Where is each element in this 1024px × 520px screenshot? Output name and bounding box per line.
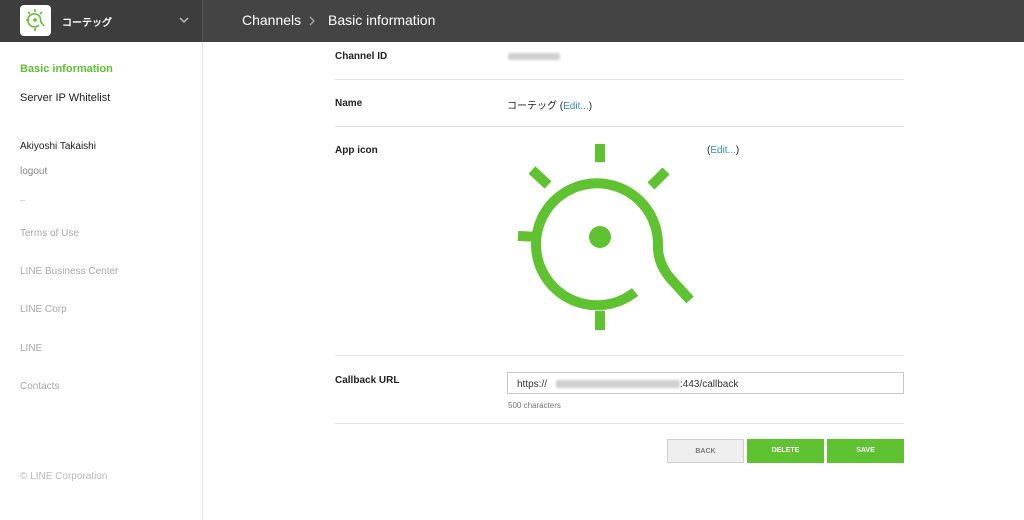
breadcrumb-channels[interactable]: Channels <box>242 12 301 28</box>
top-bar: コーテッグ Channels Basic information <box>0 0 1024 42</box>
save-button[interactable]: SAVE <box>827 439 904 463</box>
chevron-down-icon[interactable] <box>178 13 190 31</box>
name-edit-link[interactable]: Edit... <box>563 101 589 112</box>
callback-url-host-redacted <box>556 380 680 388</box>
divider <box>335 355 904 356</box>
sidebar-item-basic-information[interactable]: Basic information <box>20 63 113 75</box>
divider <box>335 79 904 80</box>
logout-link[interactable]: logout <box>20 166 47 177</box>
chevron-right-icon <box>307 14 317 32</box>
breadcrumb-current: Basic information <box>328 12 436 28</box>
line-corp-link[interactable]: LINE Corp <box>20 304 67 315</box>
app-icon-edit-close: ) <box>735 145 740 156</box>
app-icon-edit: (Edit...) <box>707 145 739 156</box>
bulb-app-icon <box>512 140 702 335</box>
callback-url-prefix: https:// <box>517 379 548 390</box>
name-value: コーテッグ <box>507 101 557 112</box>
user-name: Akiyoshi Takaishi <box>20 141 96 152</box>
divider <box>335 126 904 127</box>
divider <box>335 423 904 424</box>
bulb-logo-icon <box>20 5 51 36</box>
callback-url-hint: 500 characters <box>508 401 561 410</box>
callback-url-input[interactable]: https:// :443/callback <box>507 372 904 394</box>
delete-button[interactable]: DELETE <box>747 439 824 463</box>
sidebar-separator: – <box>20 195 26 205</box>
contacts-link[interactable]: Contacts <box>20 381 59 392</box>
channel-id-label: Channel ID <box>335 51 388 62</box>
callback-url-label: Callback URL <box>335 375 400 386</box>
back-button[interactable]: BACK <box>667 439 744 463</box>
sidebar-item-server-ip-whitelist[interactable]: Server IP Whitelist <box>20 92 110 104</box>
app-icon-edit-link[interactable]: Edit... <box>710 145 736 156</box>
name-label: Name <box>335 98 363 109</box>
line-business-center-link[interactable]: LINE Business Center <box>20 266 118 277</box>
copyright: © LINE Corporation <box>20 471 108 482</box>
name-edit-close: ) <box>588 101 593 112</box>
channel-switcher[interactable]: コーテッグ <box>0 0 203 42</box>
callback-url-suffix: :443/callback <box>680 379 739 390</box>
terms-of-use-link[interactable]: Terms of Use <box>20 228 79 239</box>
sidebar: Basic information Server IP Whitelist Ak… <box>0 42 203 520</box>
line-link[interactable]: LINE <box>20 343 42 354</box>
channel-id-value-redacted <box>508 53 560 60</box>
name-field: コーテッグ (Edit...) <box>507 97 592 112</box>
app-icon-label: App icon <box>335 145 378 156</box>
channel-name: コーテッグ <box>62 18 112 29</box>
